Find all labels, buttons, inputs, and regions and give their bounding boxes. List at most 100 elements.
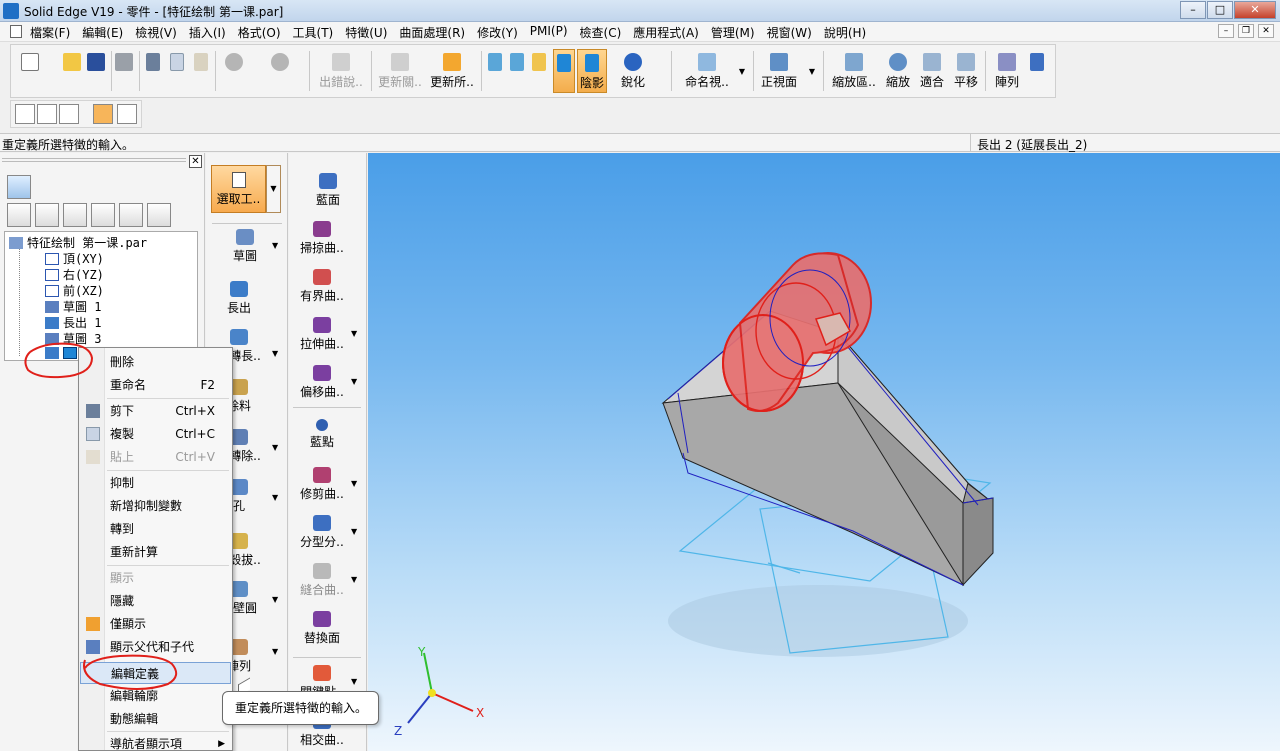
menu-pmi[interactable]: PMI(P) — [530, 24, 568, 41]
3d-viewport[interactable]: Y X Z — [368, 153, 1280, 751]
extrude-dropdown[interactable]: ▼ — [351, 329, 357, 338]
thinwall-dropdown[interactable]: ▼ — [272, 595, 278, 604]
sketch-command[interactable]: 草圖 — [212, 229, 278, 264]
menu-edit-profile[interactable]: 編輯輪廓 — [80, 685, 231, 707]
menu-paste[interactable]: 貼上 Ctrl+V — [80, 446, 231, 468]
menu-pathfinder-display[interactable]: 導航者顯示項 ▶ — [80, 733, 231, 751]
menu-cut[interactable]: 剪下 Ctrl+X — [80, 400, 231, 422]
pathfinder-tab-tools[interactable] — [147, 203, 171, 227]
array-button[interactable]: 陣列 — [991, 49, 1023, 93]
menu-features[interactable]: 特徵(U) — [345, 24, 387, 41]
menu-suppress[interactable]: 抑制 — [80, 472, 231, 494]
wireframe-button[interactable] — [485, 49, 505, 93]
trim-dropdown[interactable]: ▼ — [351, 479, 357, 488]
doc-restore-button[interactable]: ❐ — [1238, 24, 1254, 38]
zoom-button[interactable]: 縮放 — [883, 49, 913, 93]
model-canvas[interactable]: Y X Z — [368, 153, 1280, 751]
pattern-dropdown[interactable]: ▼ — [272, 647, 278, 656]
select-body-button[interactable] — [59, 104, 79, 124]
replace-face-command[interactable]: 替換面 — [289, 611, 355, 646]
cut-button[interactable] — [143, 49, 163, 93]
sketch-dropdown[interactable]: ▼ — [272, 241, 278, 250]
tree-item-sketch-1[interactable]: 草圖 1 — [45, 298, 101, 314]
revolve-dropdown[interactable]: ▼ — [272, 349, 278, 358]
document-icon[interactable] — [10, 25, 22, 38]
extruded-surface-command[interactable]: 拉伸曲.. — [289, 317, 355, 352]
menu-edit[interactable]: 編輯(E) — [82, 24, 123, 41]
pathfinder-tab-family[interactable] — [63, 203, 87, 227]
tree-item-front-plane[interactable]: 前(XZ) — [45, 282, 104, 298]
update-related-button[interactable]: 更新關.. — [375, 49, 425, 93]
menu-edit-definition[interactable]: 編輯定義 — [80, 662, 231, 684]
shaded-edges-button[interactable] — [529, 49, 549, 93]
copy-button[interactable] — [167, 49, 187, 93]
panel-grip[interactable] — [2, 158, 186, 162]
bounded-surface-command[interactable]: 有界曲.. — [289, 269, 355, 304]
pathfinder-tab-layers[interactable] — [35, 203, 59, 227]
hole-dropdown[interactable]: ▼ — [272, 493, 278, 502]
view-dropdown[interactable]: ▼ — [807, 49, 817, 93]
select-tool-dropdown[interactable]: ▼ — [266, 165, 281, 213]
select-filter-button[interactable] — [15, 104, 35, 124]
shaded-visible-button[interactable] — [553, 49, 575, 93]
named-view-button[interactable]: 命名視.. — [679, 49, 735, 93]
update-all-button[interactable]: 更新所.. — [427, 49, 477, 93]
menu-tools[interactable]: 工具(T) — [293, 24, 334, 41]
show-errors-button[interactable]: 出錯說.. — [315, 49, 367, 93]
menu-surfacing[interactable]: 曲面處理(R) — [399, 24, 465, 41]
trim-surface-command[interactable]: 修剪曲.. — [289, 467, 355, 502]
pathfinder-close-button[interactable]: ✕ — [189, 155, 202, 168]
select-faces-button[interactable] — [37, 104, 57, 124]
doc-minimize-button[interactable]: – — [1218, 24, 1234, 38]
menu-help[interactable]: 說明(H) — [824, 24, 866, 41]
tree-item-top-plane[interactable]: 頂(XY) — [45, 250, 104, 266]
stitch-dropdown[interactable]: ▼ — [351, 575, 357, 584]
split-dropdown[interactable]: ▼ — [351, 527, 357, 536]
menu-rename[interactable]: 重命名 F2 — [80, 374, 231, 396]
menu-view[interactable]: 檢視(V) — [135, 24, 177, 41]
named-view-dropdown[interactable]: ▼ — [737, 49, 747, 93]
zoom-area-button[interactable]: 縮放區.. — [829, 49, 879, 93]
pathfinder-tab-features[interactable] — [7, 203, 31, 227]
menu-copy[interactable]: 複製 Ctrl+C — [80, 423, 231, 445]
select-mode-button[interactable] — [93, 104, 113, 124]
pathfinder-tab-colors[interactable] — [119, 203, 143, 227]
tree-item-protrusion-1[interactable]: 長出 1 — [45, 314, 101, 330]
sharpen-button[interactable]: 銳化 — [615, 49, 651, 93]
menu-applications[interactable]: 應用程式(A) — [633, 24, 699, 41]
menu-show-parents-children[interactable]: 顯示父代和子代 — [80, 636, 231, 658]
menu-show[interactable]: 顯示 — [80, 567, 231, 589]
menu-modify[interactable]: 修改(Y) — [477, 24, 518, 41]
menu-file[interactable]: 檔案(F) — [30, 24, 70, 41]
offset-dropdown[interactable]: ▼ — [351, 377, 357, 386]
print-button[interactable] — [113, 49, 135, 93]
menu-recompute[interactable]: 重新計算 — [80, 541, 231, 563]
undo-button[interactable] — [219, 49, 249, 93]
menu-show-only[interactable]: 僅顯示 — [80, 613, 231, 635]
stitched-surface-command[interactable]: 縫合曲.. — [289, 563, 355, 598]
save-button[interactable] — [85, 49, 107, 93]
parting-split-command[interactable]: 分型分.. — [289, 515, 355, 550]
visible-edges-button[interactable] — [507, 49, 527, 93]
offset-surface-command[interactable]: 偏移曲.. — [289, 365, 355, 400]
feature-pathfinder-tab[interactable] — [7, 175, 31, 199]
close-button[interactable]: ✕ — [1234, 1, 1276, 19]
pan-button[interactable]: 平移 — [951, 49, 981, 93]
blue-surface-command[interactable]: 藍面 — [295, 173, 361, 208]
protrusion-command[interactable]: 長出 — [206, 281, 272, 316]
doc-close-button[interactable]: ✕ — [1258, 24, 1274, 38]
menu-inspect[interactable]: 檢查(C) — [580, 24, 622, 41]
menu-insert[interactable]: 插入(I) — [189, 24, 226, 41]
menu-window[interactable]: 視窗(W) — [767, 24, 812, 41]
shaded-button[interactable]: 陰影 — [577, 49, 607, 93]
new-button[interactable] — [17, 49, 43, 93]
open-button[interactable] — [61, 49, 83, 93]
keypoint-dropdown[interactable]: ▼ — [351, 677, 357, 686]
redo-button[interactable] — [265, 49, 295, 93]
front-view-button[interactable]: 正視面 — [757, 49, 801, 93]
menu-hide[interactable]: 隱藏 — [80, 590, 231, 612]
menu-add-suppress-variable[interactable]: 新增抑制變數 — [80, 495, 231, 517]
paste-button[interactable] — [191, 49, 211, 93]
tree-item-protrusion-2[interactable] — [45, 346, 81, 362]
blue-dot-command[interactable]: 藍點 — [289, 419, 355, 450]
